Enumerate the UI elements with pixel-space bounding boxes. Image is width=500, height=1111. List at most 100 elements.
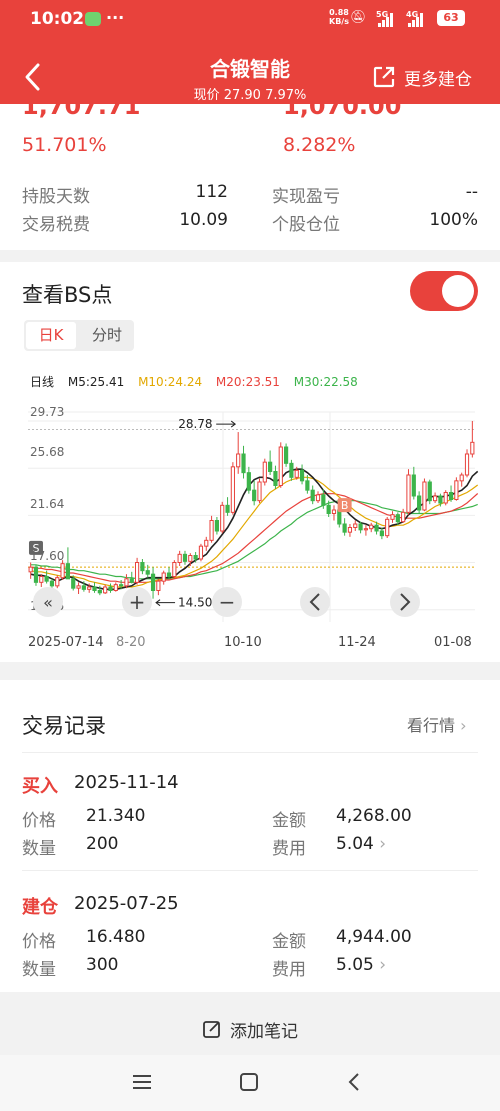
quantity-value: 200: [86, 834, 119, 854]
y-tick-label: 29.73: [30, 405, 64, 419]
summary-card: 1,707.71 1,070.00 51.701% 8.282% 持股天数 11…: [0, 104, 500, 250]
candle-body: [395, 514, 400, 523]
trade-type: 买入: [22, 776, 58, 797]
candle-body: [182, 553, 188, 562]
chevron-right-icon: ›: [373, 834, 387, 854]
candle-body: [278, 446, 283, 486]
trade-type: 建仓: [22, 897, 58, 918]
candle-body: [39, 576, 44, 583]
candle-body: [331, 509, 337, 514]
y-tick-label: 17.60: [30, 549, 64, 563]
candle-body: [44, 576, 49, 582]
trade-records-card: 交易记录 看行情 › 买入 2025-11-14 价格 21.340 金额 4,…: [0, 680, 500, 992]
candle-body: [273, 471, 278, 486]
candle-body: [459, 474, 464, 482]
candle-body: [81, 585, 86, 590]
candle-body: [390, 514, 395, 520]
candle-body: [214, 520, 220, 532]
fee-value[interactable]: 5.04 ›: [336, 834, 386, 854]
trade-date: 2025-11-14: [74, 772, 179, 793]
x-tick-label: 10-10: [224, 635, 262, 650]
status-time: 10:02: [30, 9, 85, 29]
candle-body: [299, 469, 305, 482]
double-chevron-left-icon: «: [43, 593, 53, 612]
candle-body: [65, 563, 71, 580]
x-tick-label: 01-08: [434, 635, 472, 650]
candle-body: [448, 492, 454, 500]
candle-body: [347, 527, 353, 533]
candle-body: [87, 586, 92, 590]
candle-body: [268, 461, 273, 472]
candle-body: [411, 474, 416, 497]
bs-points-title: 查看BS点: [22, 283, 113, 307]
candle-body: [315, 494, 321, 502]
candle-body: [321, 494, 326, 506]
fee-value[interactable]: 5.05 ›: [336, 955, 386, 975]
candle-body: [156, 580, 161, 592]
ma30-value: M30:22.58: [293, 375, 358, 389]
quantity-label: 数量: [22, 960, 56, 980]
ma-period-label: 日线: [30, 375, 55, 389]
candle-body: [401, 511, 406, 523]
price-label: 价格: [22, 932, 56, 952]
toggle-knob: [442, 275, 474, 307]
system-nav-bar: [0, 1055, 500, 1111]
candle-body: [166, 572, 172, 577]
candle-body: [134, 562, 140, 583]
candle-body: [124, 578, 129, 587]
candle-body: [220, 504, 225, 532]
more-positions-label: 更多建仓: [404, 69, 472, 90]
candle-body: [310, 489, 315, 502]
candle-body: [33, 566, 39, 583]
x-tick-label: 11-24: [338, 635, 376, 650]
candle-body: [129, 578, 134, 583]
candle-body: [204, 539, 209, 547]
candle-body: [140, 562, 145, 572]
zoom-in-button[interactable]: +: [122, 587, 152, 617]
candle-body: [161, 572, 166, 582]
scroll-right-button[interactable]: [390, 587, 420, 617]
y-tick-label: 21.64: [30, 497, 64, 511]
trade-records-title: 交易记录: [22, 714, 106, 738]
profit-percent: 51.701%: [22, 134, 107, 156]
candle-body: [374, 524, 379, 532]
add-note-button[interactable]: 添加笔记: [0, 1006, 500, 1052]
minus-icon: −: [219, 590, 236, 614]
y-tick-label: 25.68: [30, 445, 64, 459]
nav-back-icon[interactable]: [343, 1071, 365, 1093]
candle-body: [427, 481, 432, 502]
candle-body: [342, 523, 347, 533]
home-icon[interactable]: [238, 1071, 260, 1093]
fee-label: 费用: [272, 839, 306, 859]
candle-body: [108, 586, 113, 591]
amount-value: 4,268.00: [336, 806, 412, 826]
candle-body: [289, 462, 294, 478]
bs-points-toggle[interactable]: [410, 271, 478, 311]
candle-body: [262, 461, 267, 483]
menu-icon[interactable]: [131, 1072, 153, 1092]
more-positions-button[interactable]: 更多建仓: [372, 63, 472, 91]
candle-body: [193, 555, 198, 560]
scroll-left-fast-button[interactable]: «: [33, 587, 63, 617]
zoom-out-button[interactable]: −: [212, 587, 242, 617]
status-bar: 10:02 ··· 0.88 KB/s 🔕︎ 5G 4G 63: [0, 0, 500, 40]
view-quote-link[interactable]: 看行情 ›: [407, 712, 467, 736]
candle-body: [103, 586, 108, 594]
candle-body: [326, 504, 331, 515]
amount-label: 金额: [272, 811, 306, 831]
scroll-left-button[interactable]: [300, 587, 330, 617]
candlestick-chart[interactable]: 28.7814.50SB 29.73 25.68 21.64 17.60 13.…: [0, 392, 500, 662]
candle-body: [119, 584, 124, 587]
candle-body: [406, 474, 411, 513]
signal-icon-2: [408, 13, 424, 27]
position-ratio-label: 个股仓位: [272, 215, 340, 235]
ma10-value: M10:24.24: [138, 375, 203, 389]
tab-daily-k[interactable]: 日K: [26, 322, 76, 349]
tab-intraday[interactable]: 分时: [82, 322, 132, 349]
more-notifications-icon: ···: [106, 8, 125, 27]
candle-body: [358, 523, 363, 531]
mute-icon: 🔕︎: [350, 10, 367, 25]
candle-body: [236, 453, 241, 468]
candle-body: [369, 524, 374, 530]
chevron-right-icon: ›: [460, 716, 467, 735]
